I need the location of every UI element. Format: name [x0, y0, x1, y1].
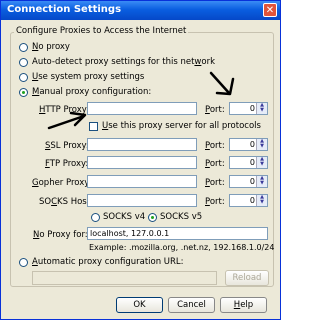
arrow-to-http-port: [209, 71, 231, 95]
annotation-arrows: [47, 71, 235, 130]
connection-settings-window: Connection Settings ✕ Configure Proxies …: [0, 0, 281, 320]
